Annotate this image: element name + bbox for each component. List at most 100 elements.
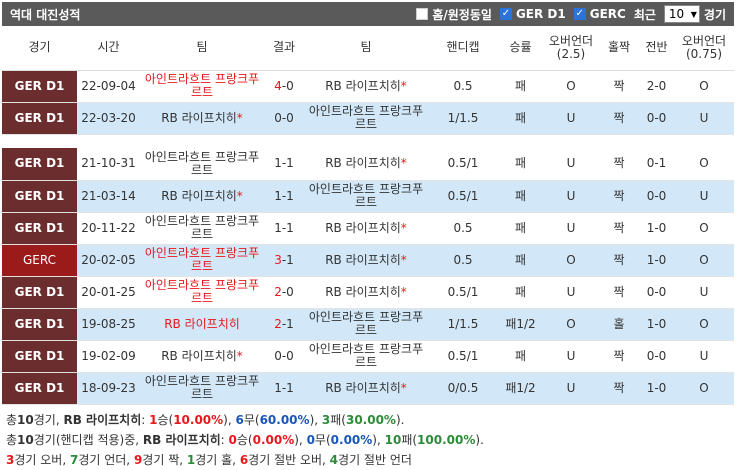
team-name-wrap[interactable]: 아인트라흐트 프랑크푸르트 (306, 105, 426, 131)
match-score[interactable]: 1-1 (264, 372, 304, 405)
team-name-wrap[interactable]: RB 라이프치히* (161, 349, 243, 363)
league-badge[interactable]: GER D1 (2, 276, 77, 309)
league-badge[interactable]: GER D1 (2, 308, 77, 341)
match-score[interactable]: 2-1 (264, 308, 304, 341)
home-away-label: 홈/원정동일 (432, 7, 492, 22)
team-name[interactable]: RB 라이프치히 (164, 317, 240, 331)
team-name-wrap[interactable]: RB 라이프치히* (325, 253, 407, 267)
match-score[interactable]: 1-1 (264, 180, 304, 213)
team-cell: RB 라이프치히* (140, 180, 264, 213)
team-name[interactable]: RB 라이프치히 (325, 253, 401, 267)
odd-even: 짝 (599, 340, 639, 373)
half-score: 0-0 (639, 180, 674, 213)
filter1-checkbox[interactable]: ✓ (499, 8, 512, 20)
summary-text: 무( (243, 413, 260, 427)
match-date: 22-03-20 (77, 102, 140, 135)
team-name[interactable]: 아인트라흐트 프랑크푸르트 (145, 246, 259, 273)
column-header: 오버언더(2.5) (543, 26, 599, 71)
summary-loss-pct: 30.00% (345, 413, 396, 427)
team-name-wrap[interactable]: 아인트라흐트 프랑크푸르트 (142, 247, 262, 273)
score-home: 0 (274, 348, 282, 363)
favorite-star-icon: * (400, 380, 407, 395)
team-name[interactable]: 아인트라흐트 프랑크푸르트 (145, 374, 259, 401)
team-name[interactable]: 아인트라흐트 프랑크푸르트 (145, 72, 259, 99)
team-name-wrap[interactable]: 아인트라흐트 프랑크푸르트 (306, 343, 426, 369)
team-name-wrap[interactable]: 아인트라흐트 프랑크푸르트 (142, 73, 262, 99)
team-name[interactable]: 아인트라흐트 프랑크푸르트 (309, 182, 423, 209)
league-badge[interactable]: GER D1 (2, 148, 77, 181)
match-date: 21-10-31 (77, 148, 140, 181)
team-name-wrap[interactable]: 아인트라흐트 프랑크푸르트 (142, 279, 262, 305)
match-date: 20-11-22 (77, 212, 140, 245)
team-name[interactable]: RB 라이프치히 (161, 111, 237, 125)
team-name-wrap[interactable]: RB 라이프치히 (164, 317, 240, 331)
score-away: 0 (286, 78, 294, 93)
match-score[interactable]: 0-0 (264, 102, 304, 135)
summary-text: 경기 홀, (195, 453, 240, 467)
match-score[interactable]: 4-0 (264, 70, 304, 103)
table-row: GER D1 20-11-22 아인트라흐트 프랑크푸르트 1-1 RB 라이프치히* 0… (2, 212, 734, 245)
team-name-wrap[interactable]: RB 라이프치히* (161, 111, 243, 125)
team-name[interactable]: 아인트라흐트 프랑크푸르트 (145, 150, 259, 177)
match-score[interactable]: 1-1 (264, 212, 304, 245)
team-name-wrap[interactable]: RB 라이프치히* (325, 157, 407, 170)
league-badge[interactable]: GER D1 (2, 340, 77, 373)
team-name[interactable]: RB 라이프치히 (325, 381, 401, 395)
league-badge[interactable]: GER D1 (2, 180, 77, 213)
league-badge[interactable]: GER D1 (2, 372, 77, 405)
summary-draw-pct: 60.00% (259, 413, 310, 427)
team-name-wrap[interactable]: RB 라이프치히* (325, 221, 407, 235)
home-away-checkbox[interactable] (416, 8, 429, 20)
team-name[interactable]: 아인트라흐트 프랑크푸르트 (145, 214, 259, 241)
team-name[interactable]: RB 라이프치히 (161, 189, 237, 203)
score-home: 1 (274, 188, 282, 203)
team-name[interactable]: 아인트라흐트 프랑크푸르트 (309, 104, 423, 131)
league-badge[interactable]: GER D1 (2, 70, 77, 103)
team-name[interactable]: 아인트라흐트 프랑크푸르트 (309, 342, 423, 369)
team-name-wrap[interactable]: 아인트라흐트 프랑크푸르트 (306, 183, 426, 209)
match-score[interactable]: 1-1 (264, 148, 304, 181)
team-name[interactable]: RB 라이프치히 (325, 221, 401, 235)
match-date: 20-01-25 (77, 276, 140, 309)
filter2-checkbox[interactable]: ✓ (573, 8, 586, 20)
match-score[interactable]: 2-0 (264, 276, 304, 309)
column-header: 승률 (498, 26, 543, 71)
score-away: 0 (286, 284, 294, 299)
team-name-wrap[interactable]: 아인트라흐트 프랑크푸르트 (142, 215, 262, 241)
team-name[interactable]: 아인트라흐트 프랑크푸르트 (145, 278, 259, 305)
team-name[interactable]: RB 라이프치히 (325, 79, 401, 93)
team-name[interactable]: 아인트라흐트 프랑크푸르트 (309, 310, 423, 337)
summary-win-pct: 0.00% (252, 433, 295, 447)
team-name-wrap[interactable]: 아인트라흐트 프랑크푸르트 (306, 311, 426, 337)
team-name-wrap[interactable]: RB 라이프치히* (325, 285, 407, 299)
odd-even: 홀 (599, 308, 639, 341)
team-cell: 아인트라흐트 프랑크푸르트 (140, 276, 264, 309)
team-name[interactable]: RB 라이프치히 (325, 156, 401, 170)
match-score[interactable]: 3-1 (264, 244, 304, 277)
team-name-wrap[interactable]: 아인트라흐트 프랑크푸르트 (142, 150, 262, 177)
team-name[interactable]: RB 라이프치히 (161, 349, 237, 363)
odd-even: 짝 (599, 102, 639, 135)
summary-text: : (141, 413, 150, 427)
summary-win-pct: 10.00% (173, 413, 224, 427)
league-badge[interactable]: GER D1 (2, 212, 77, 245)
match-score[interactable]: 0-0 (264, 340, 304, 373)
team-name-wrap[interactable]: RB 라이프치히* (325, 380, 407, 395)
score-home: 1 (274, 156, 282, 171)
team-name-wrap[interactable]: 아인트라흐트 프랑크푸르트 (142, 375, 262, 401)
summary-text: : (220, 433, 229, 447)
team-name-wrap[interactable]: RB 라이프치히* (161, 189, 243, 203)
count-select[interactable]: 10 ▼ (663, 5, 700, 23)
win-rate: 패 (498, 70, 543, 103)
team-name[interactable]: RB 라이프치히 (325, 285, 401, 299)
win-rate: 패 (498, 180, 543, 213)
team-cell: RB 라이프치히* (140, 340, 264, 373)
handicap-value: 0.5/1 (428, 276, 498, 309)
team-name-wrap[interactable]: RB 라이프치히* (325, 79, 407, 93)
win-rate: 패 (498, 148, 543, 181)
league-badge[interactable]: GER D1 (2, 102, 77, 135)
league-badge[interactable]: GERC (2, 244, 77, 277)
win-rate: 패 (498, 212, 543, 245)
match-date: 20-02-05 (77, 244, 140, 277)
team-cell: RB 라이프치히* (304, 212, 428, 245)
